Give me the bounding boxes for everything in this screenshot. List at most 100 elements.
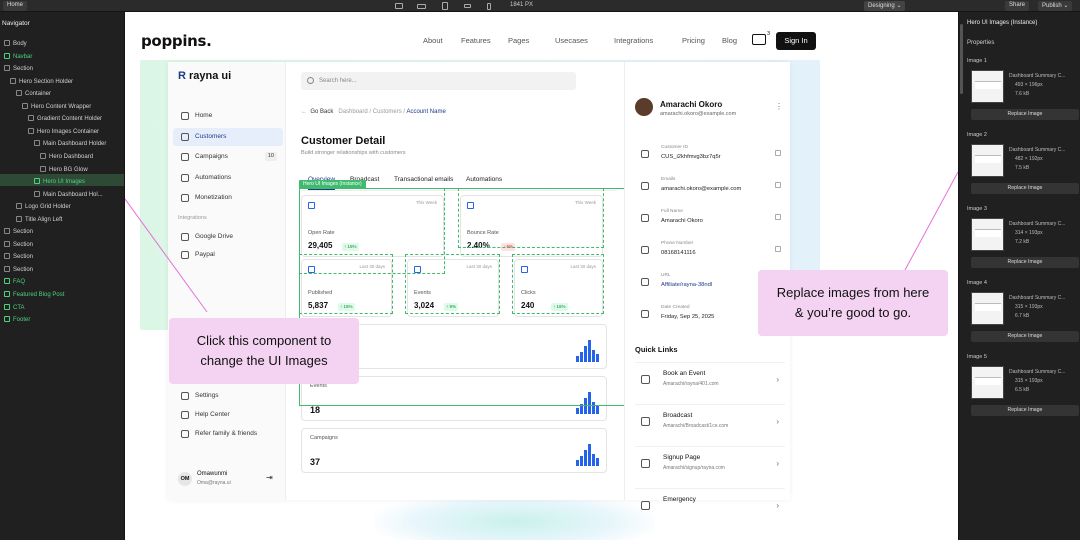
quick-link[interactable]: Signup Page Amarachi/signup/rayna.com › <box>635 446 785 480</box>
navigator-item[interactable]: Section <box>4 239 33 251</box>
nav-link-1[interactable]: Features <box>461 36 491 45</box>
image-size: 7.2 kB <box>1015 239 1030 245</box>
quick-link-title: Broadcast <box>663 412 693 419</box>
image-thumbnail[interactable] <box>971 218 1004 251</box>
integration-item[interactable]: Paypal <box>173 246 283 264</box>
field-value: Amarachi Okoro <box>661 218 703 224</box>
image-3-outline <box>299 254 393 314</box>
image-size: 6.7 kB <box>1015 313 1030 319</box>
tab-2[interactable]: Transactional emails <box>394 176 453 183</box>
site-logo[interactable]: poppins. <box>141 32 212 50</box>
navigator-item[interactable]: Logo Grid Holder <box>16 201 71 213</box>
navigator-item[interactable]: Section <box>4 63 33 75</box>
mode-dropdown[interactable]: Designing ⌄ <box>864 1 906 11</box>
image-dimensions: 482 × 192px <box>1015 156 1043 162</box>
replace-image-button[interactable]: Replace Image <box>971 331 1079 342</box>
go-back-link[interactable]: Go Back <box>310 109 333 115</box>
desktop-view-icon[interactable] <box>392 1 406 11</box>
navigator-item[interactable]: Main Dashboard Hol... <box>34 189 103 201</box>
more-icon[interactable]: ⋮ <box>775 102 783 111</box>
navigator-item[interactable]: Hero Images Container <box>28 126 99 138</box>
navigator-item[interactable]: Main Dashboard Holder <box>34 138 106 150</box>
navigator-item[interactable]: CTA <box>4 302 25 314</box>
search-input[interactable]: Search here... <box>301 72 576 90</box>
sidebar-bottom-item[interactable]: Help Center <box>173 406 283 424</box>
image-dimensions: 315 × 193px <box>1015 378 1043 384</box>
design-canvas[interactable]: poppins. About Features Pages Usecases Integ… <box>125 12 958 540</box>
share-button[interactable]: Share <box>1005 1 1030 11</box>
navigator-item-label: Section <box>13 266 34 273</box>
sidebar-item-home[interactable]: Home <box>173 107 283 125</box>
nav-link-6[interactable]: Blog <box>722 36 737 45</box>
copy-icon[interactable] <box>775 246 781 252</box>
integration-item[interactable]: Google Drive <box>173 228 283 246</box>
navigator-item[interactable]: Hero Dashboard <box>40 151 93 163</box>
nav-link-3[interactable]: Usecases <box>555 36 588 45</box>
sidebar-item-icon <box>181 153 189 161</box>
nav-link-2[interactable]: Pages <box>508 36 529 45</box>
tablet-landscape-icon[interactable] <box>414 1 428 11</box>
navigator-item[interactable]: Section <box>4 251 33 263</box>
sidebar-item-monetization[interactable]: Monetization <box>173 189 283 207</box>
quick-link[interactable]: Book an Event Amarachi/rayna/401.com › <box>635 362 785 396</box>
image-field-label: Image 2 <box>967 132 987 138</box>
copy-icon[interactable] <box>775 182 781 188</box>
home-button[interactable]: Home <box>3 1 28 11</box>
navigator-item[interactable]: Navbar <box>4 51 32 63</box>
navigator-item[interactable]: Hero Section Holder <box>10 76 73 88</box>
replace-image-button[interactable]: Replace Image <box>971 109 1079 120</box>
properties-panel: Hero UI Images (Instance) Properties Ima… <box>958 12 1080 540</box>
navigator-item[interactable]: Hero UI Images <box>34 176 85 188</box>
navigator-item[interactable]: Gradient Content Holder <box>28 113 102 125</box>
navigator-item[interactable]: Body <box>4 38 27 50</box>
navigator-item-label: Body <box>13 41 27 47</box>
sidebar-item-label: Monetization <box>195 194 232 201</box>
cart-icon[interactable] <box>752 34 766 45</box>
image-thumbnail[interactable] <box>971 144 1004 177</box>
logout-icon[interactable]: ⇥ <box>266 473 273 482</box>
image-thumbnail[interactable] <box>971 70 1004 103</box>
thumbnail-preview <box>975 377 1001 385</box>
navigator-item[interactable]: Hero BG Glow <box>40 164 88 176</box>
copy-icon[interactable] <box>775 214 781 220</box>
replace-image-button[interactable]: Replace Image <box>971 257 1079 268</box>
sidebar-bottom-item[interactable]: Settings <box>173 387 283 405</box>
navigator-item[interactable]: Section <box>4 264 33 276</box>
sidebar-item-customers[interactable]: Customers <box>173 127 283 146</box>
mobile-landscape-icon[interactable] <box>460 1 474 11</box>
image-thumbnail[interactable] <box>971 292 1004 325</box>
crumb-customers[interactable]: Customers <box>373 109 402 115</box>
quick-link[interactable]: Broadcast Amarachi/Broadcast/1ce.com › <box>635 404 785 438</box>
replace-image-button[interactable]: Replace Image <box>971 183 1079 194</box>
publish-button[interactable]: Publish ⌄ <box>1038 1 1073 11</box>
quick-link[interactable]: Emergency › <box>635 488 785 522</box>
nav-link-5[interactable]: Pricing <box>682 36 705 45</box>
field-value[interactable]: Affiliate/rayna-38ndl <box>661 282 712 288</box>
navigator-item[interactable]: Hero Content Wrapper <box>22 101 91 113</box>
field-value: amarachi.okoro@example.com <box>661 186 742 192</box>
sidebar-item-campaigns[interactable]: Campaigns 10 <box>173 148 283 166</box>
navigator-item[interactable]: Title Align Left <box>16 214 62 226</box>
integration-icon <box>181 233 189 241</box>
nav-link-4[interactable]: Integrations <box>614 36 653 45</box>
navigator-item[interactable]: Section <box>4 226 33 238</box>
tab-3[interactable]: Automations <box>466 176 502 183</box>
sidebar-bottom-item[interactable]: Refer family & friends <box>173 425 283 443</box>
field-key: Phone Number <box>661 241 694 246</box>
replace-image-button[interactable]: Replace Image <box>971 405 1079 416</box>
navigator-item[interactable]: Footer <box>4 314 30 326</box>
sidebar-item-automations[interactable]: Automations <box>173 169 283 187</box>
mobile-icon[interactable] <box>482 1 496 11</box>
navigator-item[interactable]: FAQ <box>4 276 25 288</box>
sign-in-button[interactable]: Sign In <box>776 32 816 50</box>
tablet-icon[interactable] <box>438 1 452 11</box>
metric-card[interactable]: Campaigns 37 <box>301 428 607 473</box>
nav-link-0[interactable]: About <box>423 36 443 45</box>
navigator-item[interactable]: Container <box>16 88 51 100</box>
copy-icon[interactable] <box>775 150 781 156</box>
image-thumbnail[interactable] <box>971 366 1004 399</box>
panel-scrollbar[interactable] <box>960 24 963 94</box>
navigator-item[interactable]: Featured Blog Post <box>4 289 64 301</box>
crumb-dashboard[interactable]: Dashboard <box>338 109 367 115</box>
profile-field: Customer ID CUS_i2khfmvg3bz7q5r <box>635 142 785 172</box>
